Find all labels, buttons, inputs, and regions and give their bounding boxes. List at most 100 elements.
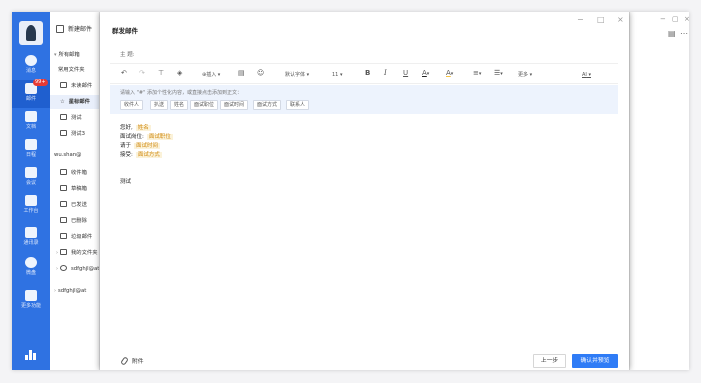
stats-icon[interactable] [25,350,37,360]
paperclip-icon [120,356,129,366]
rail-label-contacts: 通讯录 [23,240,39,246]
tag-recipient[interactable]: 收件人 [120,100,144,110]
restore-icon[interactable]: ▢ [672,15,679,23]
personalization-bar: 请输入 "#" 添加个性化内容，或直接点击添加到正文： 收件人 扒送 姓名 面试… [110,85,618,114]
unread-badge: 99+ [33,79,48,86]
folder-starred[interactable]: ☆ 星标邮件 [50,95,99,109]
rail-label-workbench: 工作台 [23,208,39,214]
variable-chip[interactable]: 面试职位 [146,134,173,140]
variable-chip[interactable]: 面试时间 [134,143,161,149]
attach-button[interactable]: 附件 [120,356,144,366]
folder-tags[interactable]: › sdfghjl@at [50,262,99,276]
insert-button[interactable]: ⊕插入 ▾ [202,71,220,80]
italic-button[interactable]: I [384,69,387,78]
undo-icon[interactable]: ↶ [121,69,127,78]
clear-format-icon[interactable]: ◈ [177,69,182,78]
dialog-close-icon[interactable]: × [617,15,624,24]
folder-label: 测试3 [71,131,85,137]
dialog-maximize-icon[interactable]: □ [597,15,605,24]
bold-button[interactable]: B [365,69,370,78]
account-label: sdfghjl@at [58,288,87,294]
rail-item-docs[interactable]: 文档 [12,108,50,136]
rail-item-contacts[interactable]: 通讯录 [12,224,50,252]
account-label: wu.shan@ [54,152,82,158]
confirm-preview-button[interactable]: 确认并预览 [572,354,618,368]
folder-label: 已发送 [71,202,87,208]
list-button[interactable]: ☰▾ [494,69,503,79]
font-size-select[interactable]: 11 ▾ [332,71,342,80]
emoji-icon[interactable]: ☺ [257,69,264,78]
body-line: 接受: 面试方式 [120,151,162,159]
more-apps-icon [25,290,37,301]
folder-group-common: 常用文件夹 [50,63,99,77]
contacts-icon [25,227,37,238]
rail-label-meeting: 会议 [25,180,36,186]
text-color-button[interactable]: A▾ [422,69,429,79]
user-avatar[interactable] [19,21,43,45]
more-icon[interactable]: ⋯ [680,29,688,38]
rail-item-mail[interactable]: 99+ 邮件 [12,79,50,108]
account-sdfghjl[interactable]: › sdfghjl@at [50,284,99,298]
folder-all-mailboxes[interactable]: ▾ 所有邮箱 [50,48,99,62]
tag-name[interactable]: 姓名 [170,100,189,110]
tag-interview-time[interactable]: 面试时间 [220,100,249,110]
rail-label-mail: 邮件 [25,96,36,102]
folder-test3[interactable]: 测试3 [50,127,99,141]
rail-item-messages[interactable]: 消息 [12,52,50,80]
compose-button[interactable]: 新建邮件 [56,24,92,33]
trash-icon [60,217,67,223]
signature-button[interactable]: AI ▾ [582,71,591,80]
insert-label: ⊕插入 [202,72,217,78]
subject-row[interactable]: 主 题: [110,42,618,64]
folder-label: 所有邮箱 [58,52,80,58]
close-icon[interactable]: × [684,15,689,23]
meeting-icon [25,167,37,178]
tag-interview-method[interactable]: 面试方式 [253,100,282,110]
rail-item-more[interactable]: 更多功能 [12,287,50,315]
variable-chip[interactable]: 姓名 [135,125,151,131]
rail-item-drive[interactable]: 微盘 [12,254,50,282]
folder-icon [60,114,67,120]
dialog-minimize-icon[interactable]: − [577,15,584,24]
minimize-icon[interactable]: − [660,15,666,23]
more-tools-button[interactable]: 更多 ▾ [518,71,532,80]
tag-interview-position[interactable]: 面试职位 [190,100,219,110]
folder-my-folders[interactable]: › 我的文件夹 [50,246,99,260]
chat-icon [25,55,37,66]
dialog-footer: 附件 上一步 确认并预览 [110,352,618,370]
align-button[interactable]: ≡▾ [473,69,481,79]
attach-label: 附件 [132,359,144,365]
format-painter-icon[interactable]: ⊤ [158,69,164,78]
compose-icon [56,25,64,33]
folder-test[interactable]: 测试 [50,111,99,125]
variable-chip[interactable]: 面试方式 [135,152,162,158]
underline-button[interactable]: U [403,69,408,78]
account-wushan[interactable]: wu.shan@ [50,148,99,162]
rail-label-calendar: 日程 [25,152,36,158]
rail-item-workbench[interactable]: 工作台 [12,192,50,220]
folder-spam[interactable]: 垃圾邮件 [50,230,99,244]
tree-logo-icon [26,25,36,41]
layout-icon[interactable]: ▤ [668,29,676,38]
previous-step-button[interactable]: 上一步 [533,354,566,368]
right-pane: − ▢ × ▤ ⋯ [629,12,689,370]
folder-label: 收件箱 [71,170,87,176]
rail-item-calendar[interactable]: 日程 [12,136,50,164]
folder-drafts[interactable]: 草稿箱 [50,182,99,196]
rail-label-drive: 微盘 [25,270,36,276]
folder-inbox[interactable]: 收件箱 [50,166,99,180]
redo-icon[interactable]: ↷ [139,69,145,78]
folder-sent[interactable]: 已发送 [50,198,99,212]
body-line: 面试岗位: 面试职位 [120,133,173,141]
folder-unread[interactable]: 未读邮件 [50,79,99,93]
template-icon[interactable]: ▤ [238,69,245,78]
folder-label: 我的文件夹 [71,250,98,256]
highlight-button[interactable]: A▾ [446,69,453,79]
tag-contact[interactable]: 联系人 [286,100,310,110]
font-family-select[interactable]: 默认字体 ▾ [285,71,309,80]
rail-item-meeting[interactable]: 会议 [12,164,50,192]
spam-icon [60,233,67,239]
folder-deleted[interactable]: 已删除 [50,214,99,228]
tag-cc[interactable]: 扒送 [150,100,169,110]
folder-label: 草稿箱 [71,186,87,192]
